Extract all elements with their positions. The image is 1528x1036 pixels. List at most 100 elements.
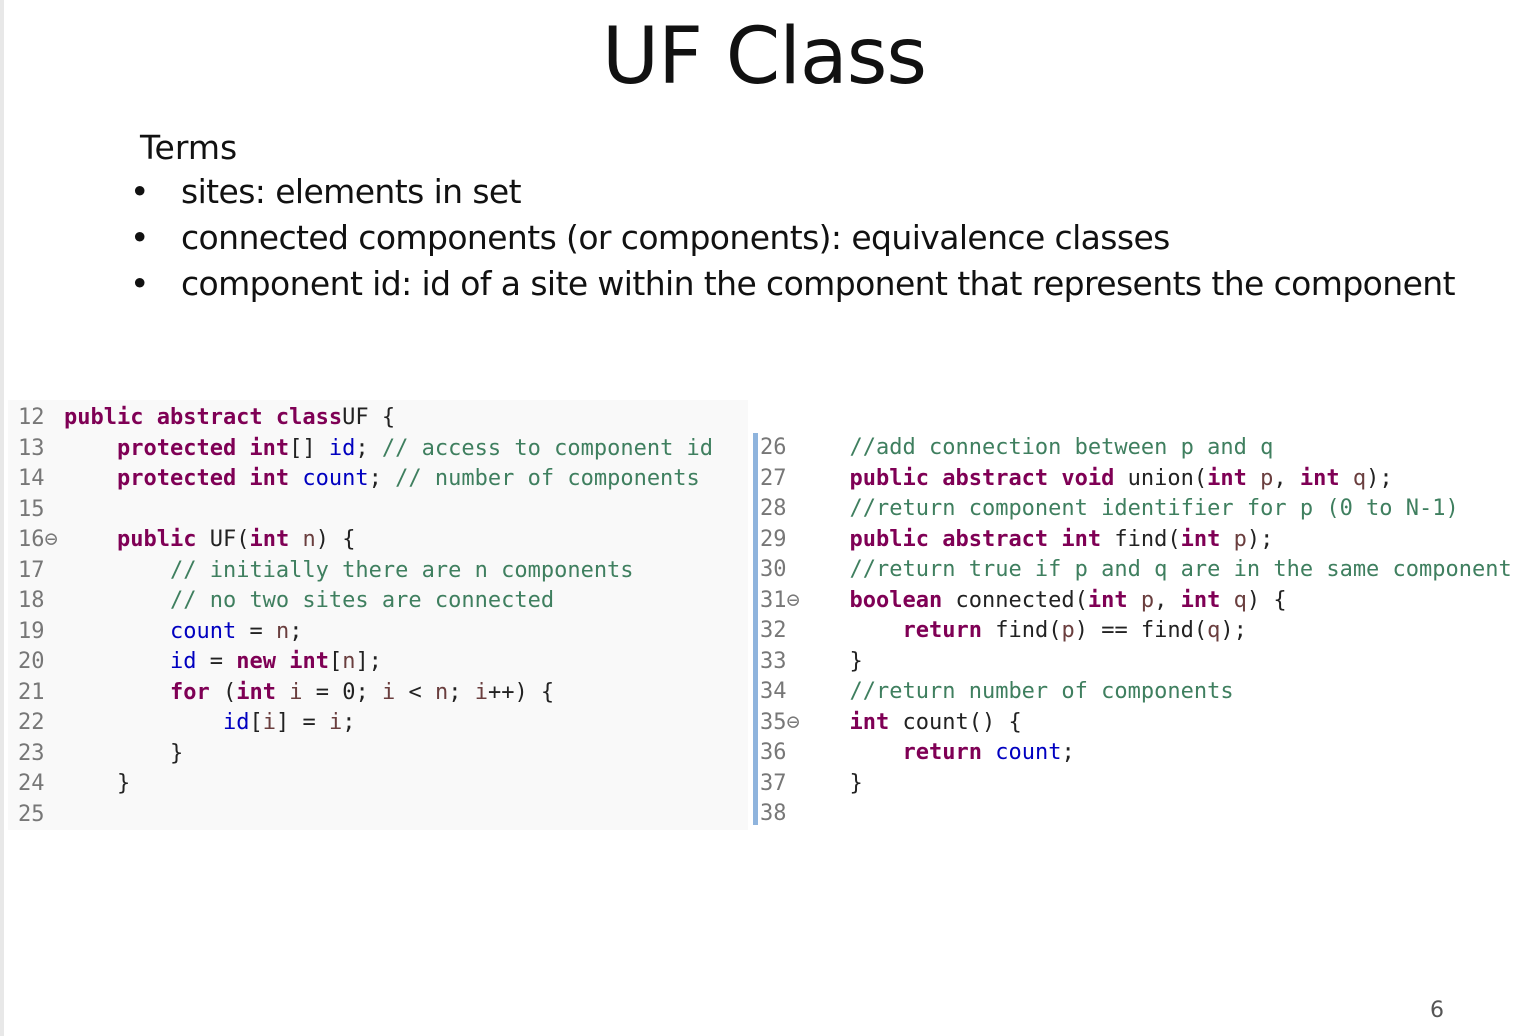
code-token: q	[1352, 465, 1367, 491]
code-token: }	[823, 770, 863, 796]
code-token: new int	[236, 649, 329, 674]
code-token: ] =	[275, 710, 329, 735]
code-token: id	[222, 710, 250, 735]
code-token: ;	[355, 435, 382, 461]
bullet-text: component id: id of a site within the co…	[181, 264, 1456, 303]
code-token: }	[823, 648, 863, 674]
code-token: }	[64, 771, 131, 796]
line-number: 23	[18, 740, 45, 766]
line-number: 27	[760, 465, 787, 491]
code-token: n	[302, 527, 316, 552]
code-token: // initially there are n components	[169, 557, 634, 583]
code-token: }	[64, 740, 184, 766]
code-token: count	[302, 466, 369, 491]
code-token: count	[169, 618, 237, 644]
code-token: ;	[342, 710, 356, 735]
line-number: 20	[18, 649, 45, 674]
code-token: q	[1207, 618, 1221, 643]
code-token: ) {	[1246, 587, 1287, 613]
code-line: 24 }	[18, 769, 713, 800]
code-token: count() {	[889, 709, 1022, 735]
code-token: ;	[368, 466, 396, 491]
code-token: (	[209, 679, 237, 705]
code-token: // access to component id	[381, 435, 714, 461]
code-listing-left: 12 public abstract classUF {13 protected …	[18, 403, 713, 830]
line-number: 30	[760, 557, 787, 582]
code-token: return	[902, 618, 982, 643]
code-line: 34 //return number of components	[760, 677, 1512, 708]
code-token: =	[236, 618, 276, 644]
bullet-text: connected components (or components): eq…	[181, 218, 1170, 257]
code-line: 13 protected int[] id; // access to comp…	[18, 434, 713, 465]
code-token: n	[434, 679, 449, 705]
code-line: 15	[18, 495, 713, 526]
code-line: 33 }	[760, 647, 1512, 678]
code-line: 16⊖ public UF(int n) {	[18, 525, 713, 556]
code-token: find(	[981, 618, 1062, 643]
code-token: public	[116, 527, 197, 552]
code-token: p	[1260, 465, 1274, 491]
code-token: public abstract void	[849, 465, 1115, 491]
code-token: int	[249, 527, 290, 552]
code-token: ];	[355, 649, 382, 674]
code-token: protected int	[116, 435, 290, 461]
code-token: public abstract int	[849, 526, 1102, 552]
code-token: int	[1180, 526, 1221, 552]
line-number: 14	[18, 466, 45, 491]
line-number: 37	[760, 770, 787, 796]
code-token: union(	[1114, 465, 1208, 491]
line-number: 34	[760, 679, 787, 704]
code-token: //return true if p and q are in the same…	[849, 557, 1512, 582]
code-token: //return number of components	[849, 679, 1234, 704]
code-token: ;	[1061, 740, 1075, 765]
code-token: ,	[1154, 587, 1181, 613]
code-line: 31⊖ boolean connected(int p, int q) {	[760, 586, 1512, 617]
code-token: for	[169, 679, 210, 705]
bullet-item: • component id: id of a site within the c…	[130, 264, 1456, 310]
line-number: 36	[760, 740, 787, 765]
code-token: connected(	[942, 587, 1088, 613]
code-token: int	[1207, 465, 1247, 491]
code-line: 32 return find(p) == find(q);	[760, 616, 1512, 647]
code-token: boolean	[849, 587, 943, 613]
code-token: UF(	[196, 527, 250, 552]
code-token: );	[1366, 465, 1393, 491]
code-line: 26 //add connection between p and q	[760, 433, 1512, 464]
line-number: 28	[760, 496, 787, 521]
code-token: i	[262, 710, 276, 735]
code-token: ,	[1273, 465, 1300, 491]
code-token: ++) {	[487, 679, 555, 705]
page-number: 6	[1430, 998, 1444, 1023]
code-token: = 0;	[302, 679, 382, 705]
code-token: ;	[289, 618, 303, 644]
line-number: 29	[760, 526, 787, 552]
code-token: public abstract class	[64, 405, 343, 430]
code-line: 37 }	[760, 769, 1512, 800]
code-token: ;	[448, 679, 475, 705]
code-line: 29 public abstract int find(int p);	[760, 525, 1512, 556]
code-line: 20 id = new int[n];	[18, 647, 713, 678]
code-token: );	[1246, 526, 1274, 552]
line-number: 33	[760, 648, 787, 674]
code-token: int	[849, 709, 890, 735]
bullet-item: • sites: elements in set	[130, 172, 1455, 218]
code-line: 28 //return component identifier for p (…	[760, 494, 1512, 525]
